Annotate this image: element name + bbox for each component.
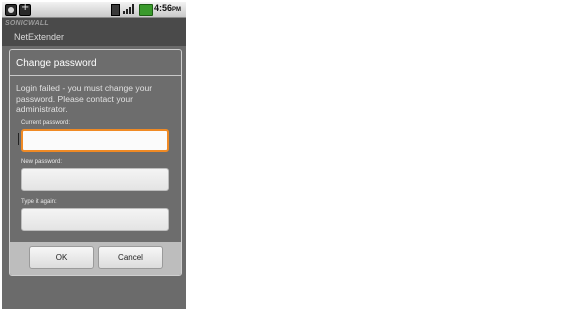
ok-button[interactable]: OK xyxy=(29,246,94,269)
status-bar: 4:56PM xyxy=(2,2,186,18)
brand-logo: SONICWALL xyxy=(5,20,49,27)
confirm-password-label: Type it again: xyxy=(21,199,57,205)
current-password-label: Current password: xyxy=(21,120,71,126)
text-cursor xyxy=(18,133,19,145)
status-time: 4:56PM xyxy=(154,3,181,13)
new-password-input[interactable] xyxy=(21,168,169,191)
cancel-button[interactable]: Cancel xyxy=(98,246,163,269)
status-time-value: 4:56 xyxy=(154,3,173,13)
change-password-dialog: Change password Login failed - you must … xyxy=(9,49,182,276)
dialog-title: Change password xyxy=(16,58,97,69)
current-password-input[interactable] xyxy=(21,129,169,152)
dialog-button-bar: OK Cancel xyxy=(10,242,181,275)
battery-icon xyxy=(139,4,153,16)
vibrate-icon xyxy=(111,4,120,16)
phone-screen: 4:56PM SONICWALL NetExtender Change pass… xyxy=(2,2,186,309)
signal-icon xyxy=(123,4,134,14)
usb-icon xyxy=(19,2,31,16)
new-password-label: New password: xyxy=(21,159,63,165)
dialog-message: Login failed - you must change your pass… xyxy=(16,83,153,114)
title-divider xyxy=(10,75,181,76)
gallery-icon xyxy=(5,4,17,16)
app-title: NetExtender xyxy=(14,32,65,42)
app-header: SONICWALL NetExtender xyxy=(2,18,186,46)
status-time-ampm: PM xyxy=(172,7,182,13)
confirm-password-input[interactable] xyxy=(21,208,169,231)
